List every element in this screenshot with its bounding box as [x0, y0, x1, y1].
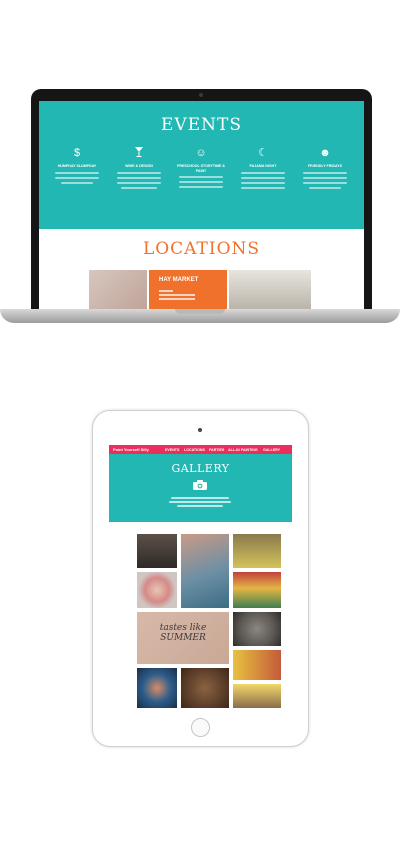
gallery-photo[interactable]: tastes like SUMMER [137, 612, 229, 664]
locations-title: LOCATIONS [142, 239, 261, 259]
location-photo[interactable] [229, 270, 311, 309]
event-text [61, 181, 93, 184]
events-title: EVENTS [161, 115, 242, 135]
laptop-notch [175, 309, 225, 314]
event-title: PRESCHOOL STORYTIME & PAINT [176, 164, 226, 173]
gallery-photo[interactable] [181, 534, 229, 608]
event-text [179, 181, 223, 184]
friends-icon: ☻ [319, 147, 331, 159]
gallery-photo[interactable] [233, 684, 281, 708]
event-text [241, 171, 285, 174]
camera-icon[interactable] [193, 480, 207, 490]
event-text [117, 176, 161, 179]
smiley-icon: ☺ [195, 147, 207, 159]
gallery-photo[interactable] [181, 668, 229, 708]
nav-item-events[interactable]: EVENTS [165, 448, 179, 452]
tablet-screen: Paint Yourself Silly EVENTS LOCATIONS PA… [109, 445, 292, 714]
gallery-description-text [177, 505, 223, 507]
event-text [121, 186, 157, 189]
nav-item-gallery[interactable]: GALLERY [263, 448, 280, 452]
event-text [241, 186, 285, 189]
laptop-base [0, 309, 400, 323]
events-section: EVENTS $ HUMPDAY SLUMPDAY WINE & DESIGN [39, 101, 364, 229]
event-title: PAJAMA NIGHT [249, 164, 277, 168]
top-nav: Paint Yourself Silly EVENTS LOCATIONS PA… [109, 445, 292, 454]
event-text [179, 186, 223, 189]
nav-item-locations[interactable]: LOCATIONS [184, 448, 205, 452]
laptop-mockup: EVENTS $ HUMPDAY SLUMPDAY WINE & DESIGN [0, 0, 400, 340]
gallery-grid: tastes like SUMMER [109, 522, 292, 714]
nav-item-all-in-painting[interactable]: ALL-IN PAINTING [228, 448, 258, 452]
gallery-header: GALLERY [109, 454, 292, 522]
event-text [303, 176, 347, 179]
dollar-icon: $ [73, 147, 81, 159]
location-card-title: HAY MARKET [159, 277, 199, 283]
event-humpday[interactable]: $ HUMPDAY SLUMPDAY [49, 146, 105, 184]
location-card-hay-market[interactable]: HAY MARKET [149, 270, 227, 309]
gallery-photo[interactable] [137, 534, 177, 568]
moon-icon: ☾ [258, 147, 268, 159]
event-text [241, 181, 285, 184]
gallery-description-text [171, 497, 229, 499]
location-card-text [159, 298, 195, 300]
location-card-text [159, 294, 195, 296]
home-button[interactable] [191, 718, 210, 737]
gallery-description-text [169, 501, 231, 503]
event-text [303, 171, 347, 174]
cocktail-icon [111, 146, 167, 160]
gallery-photo[interactable] [233, 534, 281, 568]
tablet-camera [198, 428, 202, 432]
event-wine-design[interactable]: WINE & DESIGN [111, 146, 167, 189]
event-preschool-storytime[interactable]: ☺ PRESCHOOL STORYTIME & PAINT [173, 146, 229, 189]
site-logo[interactable]: Paint Yourself Silly [113, 447, 149, 452]
event-text [179, 176, 223, 179]
event-text [117, 171, 161, 174]
event-title: WINE & DESIGN [125, 164, 153, 168]
event-friendly-fridays[interactable]: ☻ FRIENDLY FRIDAYS [297, 146, 353, 189]
laptop-camera [199, 93, 203, 97]
gallery-photo[interactable] [233, 572, 281, 608]
event-pajama-night[interactable]: ☾ PAJAMA NIGHT [235, 146, 291, 189]
gallery-photo[interactable] [137, 668, 177, 708]
event-text [55, 176, 99, 179]
event-text [309, 186, 341, 189]
laptop-lid: EVENTS $ HUMPDAY SLUMPDAY WINE & DESIGN [31, 89, 372, 309]
event-text [55, 171, 99, 174]
laptop-screen: EVENTS $ HUMPDAY SLUMPDAY WINE & DESIGN [39, 101, 364, 309]
location-card-text [159, 290, 173, 292]
location-photo[interactable] [89, 270, 147, 309]
photo-caption: tastes like SUMMER [159, 623, 207, 643]
nav-item-parties[interactable]: PARTIES [209, 448, 224, 452]
gallery-photo[interactable] [137, 572, 177, 608]
gallery-photo[interactable] [233, 612, 281, 646]
gallery-photo[interactable] [233, 650, 281, 680]
event-title: FRIENDLY FRIDAYS [307, 164, 342, 168]
tablet-mockup: Paint Yourself Silly EVENTS LOCATIONS PA… [92, 410, 309, 747]
event-title: HUMPDAY SLUMPDAY [57, 164, 97, 168]
gallery-title: GALLERY [171, 462, 230, 475]
event-text [241, 176, 285, 179]
event-text [303, 181, 347, 184]
event-text [117, 181, 161, 184]
